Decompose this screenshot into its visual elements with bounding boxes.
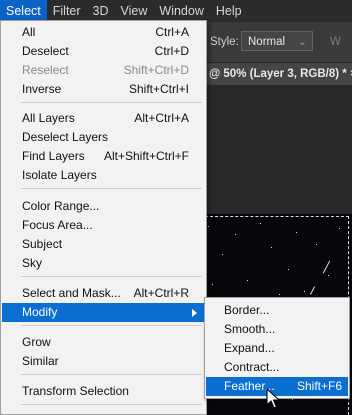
menu-item-label: Select and Mask... <box>22 286 121 300</box>
style-dropdown[interactable]: Normal ⌄ <box>241 31 313 51</box>
menu-item-transform-selection[interactable]: Transform Selection <box>2 382 205 401</box>
menu-item-shortcut: Shift+Ctrl+D <box>123 63 189 77</box>
menu-item-label: Find Layers <box>22 149 85 163</box>
menu-separator <box>21 188 202 189</box>
menu-item-modify[interactable]: Modify <box>2 303 205 322</box>
menu-separator <box>21 102 202 103</box>
style-label: Style: <box>210 36 239 48</box>
submenu-item-contract[interactable]: Contract... <box>206 358 348 377</box>
menu-item-color-range[interactable]: Color Range... <box>2 197 205 216</box>
menu-item-label: Deselect <box>22 44 69 58</box>
menu-item-label: Grow <box>22 335 51 349</box>
modify-submenu: Border... Smooth... Expand... Contract..… <box>204 297 350 399</box>
menu-item-label: All Layers <box>22 111 75 125</box>
menu-select[interactable]: Select <box>0 0 47 22</box>
chevron-down-icon: ⌄ <box>297 36 307 48</box>
menu-item-shortcut: Ctrl+D <box>154 44 189 58</box>
menu-item-label: Border... <box>224 303 270 317</box>
menu-item-label: Smooth... <box>224 322 276 336</box>
menu-item-label: Color Range... <box>22 199 100 213</box>
document-tab-title: @ 50% (Layer 3, RGB/8) * <box>209 68 347 80</box>
menu-item-all[interactable]: All Ctrl+A <box>2 23 205 42</box>
menu-item-label: Similar <box>22 354 59 368</box>
submenu-item-smooth[interactable]: Smooth... <box>206 320 348 339</box>
menu-bar: Select Filter 3D View Window Help <box>0 0 352 22</box>
chevron-right-icon <box>192 309 197 317</box>
menu-3d[interactable]: 3D <box>87 0 115 22</box>
menu-item-label: Isolate Layers <box>22 168 97 182</box>
document-tab[interactable]: @ 50% (Layer 3, RGB/8) *× <box>205 63 352 85</box>
selection-marquee-top <box>200 216 349 217</box>
menu-item-shortcut: Ctrl+A <box>155 25 189 39</box>
menu-window[interactable]: Window <box>153 0 209 22</box>
mouse-pointer-icon <box>266 388 280 409</box>
submenu-item-border[interactable]: Border... <box>206 301 348 320</box>
menu-item-label: Sky <box>22 256 43 270</box>
menu-separator <box>21 325 202 326</box>
menu-item-shortcut: Alt+Shift+Ctrl+F <box>103 149 189 163</box>
menu-item-label: Transform Selection <box>22 384 129 398</box>
menu-item-grow[interactable]: Grow <box>2 333 205 352</box>
menu-item-shortcut: Shift+F6 <box>296 379 342 393</box>
menu-view[interactable]: View <box>115 0 154 22</box>
menu-item-deselect[interactable]: Deselect Ctrl+D <box>2 42 205 61</box>
menu-item-inverse[interactable]: Inverse Shift+Ctrl+I <box>2 80 205 99</box>
menu-item-label: Contract... <box>224 360 280 374</box>
menu-item-find-layers[interactable]: Find Layers Alt+Shift+Ctrl+F <box>2 147 205 166</box>
menu-item-isolate-layers[interactable]: Isolate Layers <box>2 166 205 185</box>
menu-item-reselect: Reselect Shift+Ctrl+D <box>2 61 205 80</box>
menu-item-label: Subject <box>22 237 63 251</box>
menu-item-similar[interactable]: Similar <box>2 352 205 371</box>
menu-item-subject[interactable]: Subject <box>2 235 205 254</box>
menu-item-label: Inverse <box>22 82 62 96</box>
menu-item-label: Reselect <box>22 63 69 77</box>
menu-separator <box>21 276 202 277</box>
select-menu: All Ctrl+A Deselect Ctrl+D Reselect Shif… <box>0 20 207 415</box>
menu-item-label: Deselect Layers <box>22 130 109 144</box>
menu-item-select-and-mask[interactable]: Select and Mask... Alt+Ctrl+R <box>2 284 205 303</box>
menu-separator <box>21 374 202 375</box>
submenu-item-expand[interactable]: Expand... <box>206 339 348 358</box>
menu-item-label: All <box>22 25 36 39</box>
menu-item-focus-area[interactable]: Focus Area... <box>2 216 205 235</box>
menu-item-sky[interactable]: Sky <box>2 254 205 273</box>
menu-item-shortcut: Shift+Ctrl+I <box>128 82 189 96</box>
menu-item-label: Modify <box>22 305 58 319</box>
menu-help[interactable]: Help <box>210 0 248 22</box>
menu-filter[interactable]: Filter <box>47 0 87 22</box>
menu-item-label: Expand... <box>224 341 275 355</box>
menu-item-shortcut: Alt+Ctrl+R <box>133 286 189 300</box>
width-label: W <box>330 36 341 48</box>
menu-item-shortcut: Alt+Ctrl+A <box>134 111 189 125</box>
menu-item-all-layers[interactable]: All Layers Alt+Ctrl+A <box>2 109 205 128</box>
menu-separator <box>21 404 202 405</box>
style-value: Normal <box>248 36 286 48</box>
menu-item-label: Focus Area... <box>22 218 93 232</box>
menu-item-deselect-layers[interactable]: Deselect Layers <box>2 128 205 147</box>
